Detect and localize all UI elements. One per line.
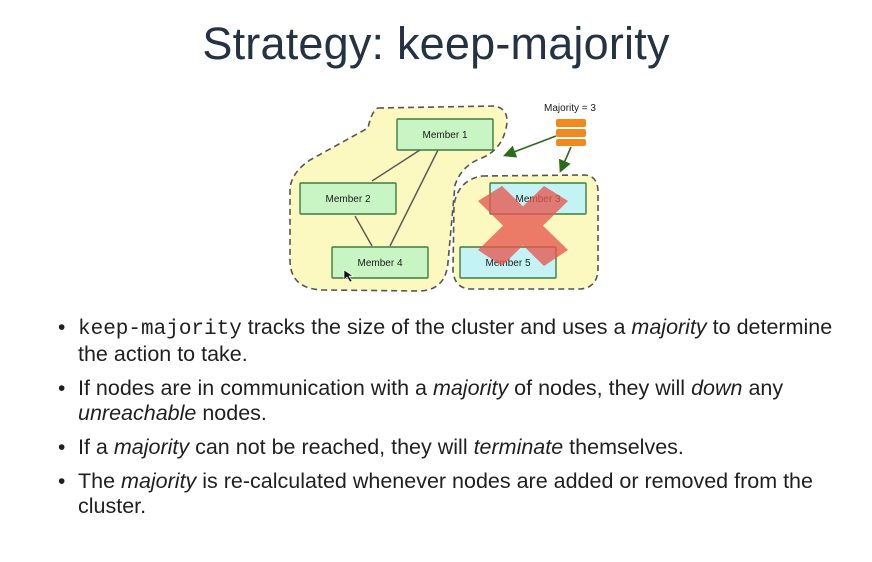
bullet-text: can not be reached, they will [189, 435, 474, 459]
bullet-text: If nodes are in communication with a [78, 376, 433, 400]
emphasis-text: unreachable [78, 401, 197, 425]
majority-label: Majority = 3 [544, 103, 596, 114]
bullet-text: If a [78, 435, 114, 459]
member-1-label: Member 1 [422, 130, 467, 141]
member-1-node: Member 1 [396, 118, 494, 151]
emphasis-text: majority [432, 376, 509, 400]
bullet-text: The [78, 469, 122, 493]
arrow-to-majority [503, 135, 557, 158]
bullet-text: themselves. [563, 435, 684, 459]
emphasis-text: majority [631, 315, 707, 339]
bullet-text: nodes. [196, 401, 267, 425]
bullet-text: tracks the size of the cluster and uses … [241, 315, 632, 339]
member-2-node: Member 2 [299, 182, 397, 215]
emphasis-text: majority [113, 435, 190, 459]
database-icon [556, 119, 586, 146]
bullet-item: If a majority can not be reached, they w… [56, 435, 856, 460]
cluster-partition-diagram: Member 1 Member 2 Member 4 Member 3 Memb… [289, 103, 599, 292]
code-keep-majority: keep-majority [78, 318, 242, 341]
bullet-list: keep-majority tracks the size of the clu… [56, 315, 856, 528]
member-2-label: Member 2 [325, 194, 370, 205]
bullet-text: of nodes, they will [508, 376, 692, 400]
member-4-label: Member 4 [357, 258, 402, 269]
emphasis-text: terminate [473, 435, 564, 459]
emphasis-text: down [691, 376, 743, 400]
bullet-item: If nodes are in communication with a maj… [56, 376, 856, 426]
emphasis-text: majority [121, 469, 197, 493]
bullet-item: The majority is re-calculated whenever n… [56, 469, 856, 519]
bullet-item: keep-majority tracks the size of the clu… [56, 315, 856, 367]
bullet-text: any [742, 376, 784, 400]
arrow-to-minority [558, 146, 572, 173]
